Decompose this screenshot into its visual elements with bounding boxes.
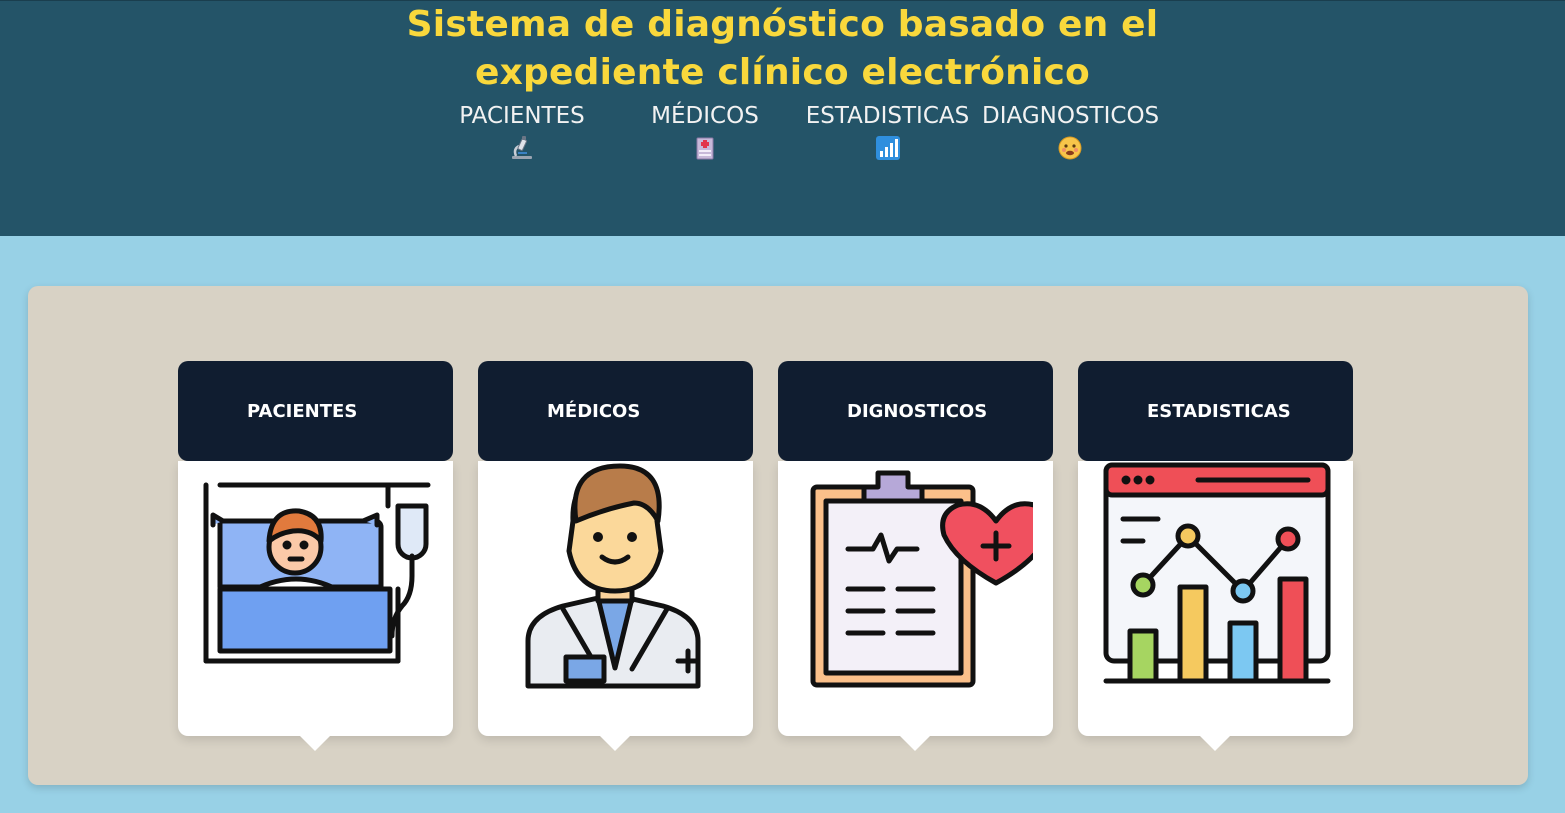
nav-label-diagnosticos: DIAGNOSTICOS [982, 103, 1160, 129]
patient-in-bed-icon [203, 482, 431, 664]
nav-label-estadisticas: ESTADISTICAS [805, 103, 970, 129]
card-pacientes[interactable]: PACIENTES [178, 361, 453, 751]
doctor-icon [525, 463, 701, 689]
card-body-estadisticas [1078, 461, 1353, 751]
card-label-medicos: MÉDICOS [547, 400, 641, 422]
card-diagnosticos[interactable]: DIGNOSTICOS [778, 361, 1053, 751]
bar-chart-icon [875, 136, 900, 160]
card-body-medicos [478, 461, 753, 751]
title-line-1: Sistema de diagnóstico basado en el [406, 4, 1159, 45]
hospital-icon [696, 137, 714, 160]
card-header-diagnosticos[interactable]: DIGNOSTICOS [778, 361, 1053, 461]
card-label-estadisticas: ESTADISTICAS [1147, 400, 1291, 422]
microscope-icon [512, 136, 532, 159]
nav-item-medicos[interactable]: MÉDICOS [645, 101, 765, 161]
statistics-chart-icon [1103, 462, 1331, 684]
card-estadisticas[interactable]: ESTADISTICAS [1078, 361, 1353, 751]
nav-label-medicos: MÉDICOS [651, 103, 759, 129]
card-body-pacientes [178, 461, 453, 751]
card-label-pacientes: PACIENTES [247, 400, 358, 422]
nav-item-diagnosticos[interactable]: DIAGNOSTICOS [982, 101, 1160, 161]
page-title: Sistema de diagnóstico basado en el expe… [0, 1, 1565, 97]
nav-item-pacientes[interactable]: PACIENTES [452, 101, 592, 161]
title-line-2: expediente clínico electrónico [475, 52, 1090, 93]
sick-face-icon [1058, 136, 1081, 160]
nav-label-pacientes: PACIENTES [459, 103, 585, 129]
clipboard-heart-icon [810, 470, 1033, 688]
card-medicos[interactable]: MÉDICOS [478, 361, 753, 751]
card-header-pacientes[interactable]: PACIENTES [178, 361, 453, 461]
site-header: Sistema de diagnóstico basado en el expe… [0, 0, 1565, 236]
card-header-estadisticas[interactable]: ESTADISTICAS [1078, 361, 1353, 461]
card-header-medicos[interactable]: MÉDICOS [478, 361, 753, 461]
card-body-diagnosticos [778, 461, 1053, 751]
nav-item-estadisticas[interactable]: ESTADISTICAS [800, 101, 975, 161]
card-label-diagnosticos: DIGNOSTICOS [847, 400, 988, 422]
